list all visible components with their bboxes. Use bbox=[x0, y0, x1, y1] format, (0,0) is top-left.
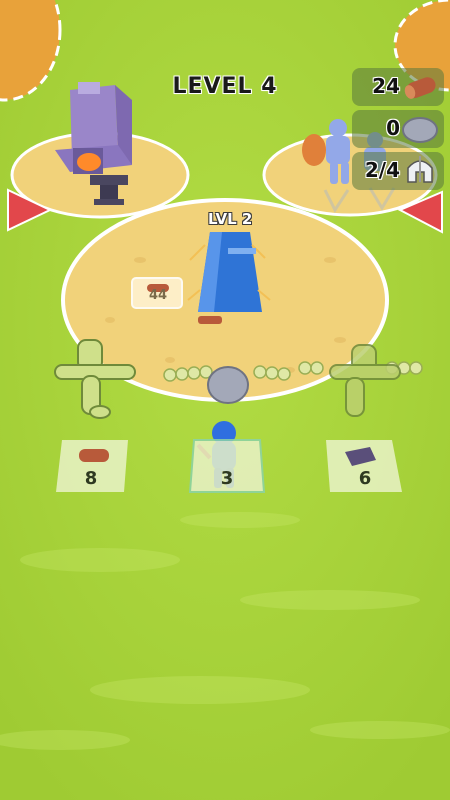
log-icon bbox=[404, 77, 436, 99]
shield bbox=[302, 134, 326, 166]
log-icon bbox=[79, 449, 109, 462]
stone-icon bbox=[207, 366, 249, 404]
ore-pile-count: 6 bbox=[358, 468, 372, 489]
stone-count: 0 bbox=[386, 116, 400, 140]
wood-count: 24 bbox=[372, 74, 400, 98]
resource-counter-wood: 24 bbox=[352, 68, 444, 106]
upgrade-cost: 44 bbox=[148, 288, 168, 303]
resource-counter-army: 2/4 bbox=[352, 152, 444, 190]
wood-pile-count: 8 bbox=[84, 468, 98, 489]
stone-pile-count: 3 bbox=[220, 468, 234, 489]
camp-level-label: LVL 2 bbox=[208, 210, 253, 228]
forge-fire bbox=[77, 153, 101, 171]
stone-icon bbox=[402, 117, 438, 143]
army-count: 2/4 bbox=[364, 158, 400, 182]
resource-counter-stone: 0 bbox=[352, 110, 444, 148]
spartan-helmet-icon bbox=[407, 156, 433, 183]
